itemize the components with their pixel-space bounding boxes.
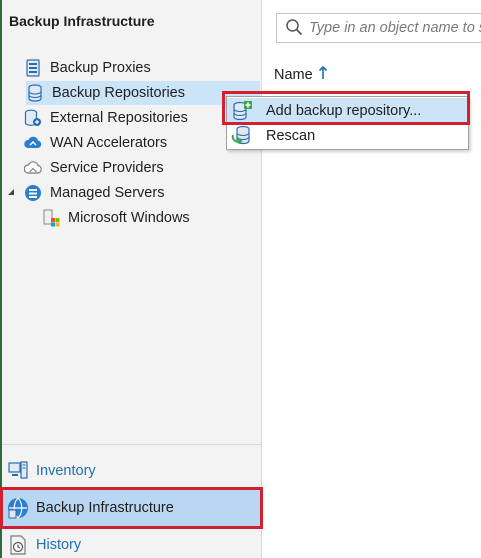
- pane-title: Backup Infrastructure: [9, 13, 155, 29]
- managed-servers-icon: [24, 184, 42, 202]
- nav-item-backup-infrastructure[interactable]: Backup Infrastructure: [2, 490, 261, 526]
- column-header-name[interactable]: Name: [274, 65, 328, 84]
- tree-item-backup-repositories[interactable]: Backup Repositories: [26, 81, 260, 105]
- context-menu: Add backup repository... Rescan: [226, 96, 469, 150]
- tree-item-label: Backup Proxies: [50, 60, 151, 76]
- nav-item-inventory[interactable]: Inventory: [6, 456, 260, 486]
- tree-item-microsoft-windows[interactable]: Microsoft Windows: [42, 206, 261, 230]
- menu-item-label: Add backup repository...: [266, 102, 422, 119]
- external-repository-icon: [24, 109, 42, 127]
- tree-item-label: Microsoft Windows: [68, 210, 190, 226]
- nav-item-label: Inventory: [36, 463, 96, 479]
- tree-item-label: Service Providers: [50, 160, 164, 176]
- inventory-icon: [6, 459, 30, 483]
- backup-infrastructure-icon: [6, 496, 30, 520]
- tree-item-label: Managed Servers: [50, 185, 165, 201]
- nav-item-history[interactable]: History: [6, 530, 260, 558]
- sort-ascending-icon: [318, 65, 328, 84]
- search-icon: [285, 18, 303, 39]
- pane-splitter[interactable]: [261, 0, 262, 558]
- tree-item-managed-servers[interactable]: Managed Servers: [24, 181, 261, 205]
- wan-accelerator-icon: [24, 134, 42, 152]
- add-repository-icon: [231, 100, 253, 122]
- history-icon: [6, 533, 30, 557]
- nav-item-label: Backup Infrastructure: [36, 500, 174, 516]
- divider: [2, 444, 261, 445]
- rescan-icon: [231, 125, 253, 147]
- search-input[interactable]: [309, 20, 481, 36]
- menu-item-label: Rescan: [266, 127, 316, 144]
- tree-item-label: External Repositories: [50, 110, 188, 126]
- tree-item-label: WAN Accelerators: [50, 135, 168, 151]
- nav-item-label: History: [36, 537, 82, 553]
- repository-icon: [26, 84, 44, 102]
- proxy-icon: [24, 59, 42, 77]
- collapse-caret-icon[interactable]: [6, 187, 16, 197]
- search-box[interactable]: [276, 13, 481, 43]
- windows-server-icon: [42, 209, 60, 227]
- cloud-provider-icon: [24, 159, 42, 177]
- column-header-label: Name: [274, 67, 313, 83]
- tree-item-service-providers[interactable]: Service Providers: [24, 156, 261, 180]
- menu-item-add-backup-repository[interactable]: Add backup repository...: [227, 98, 468, 123]
- tree-item-label: Backup Repositories: [52, 85, 185, 101]
- tree-item-backup-proxies[interactable]: Backup Proxies: [24, 56, 261, 80]
- menu-item-rescan[interactable]: Rescan: [227, 123, 468, 148]
